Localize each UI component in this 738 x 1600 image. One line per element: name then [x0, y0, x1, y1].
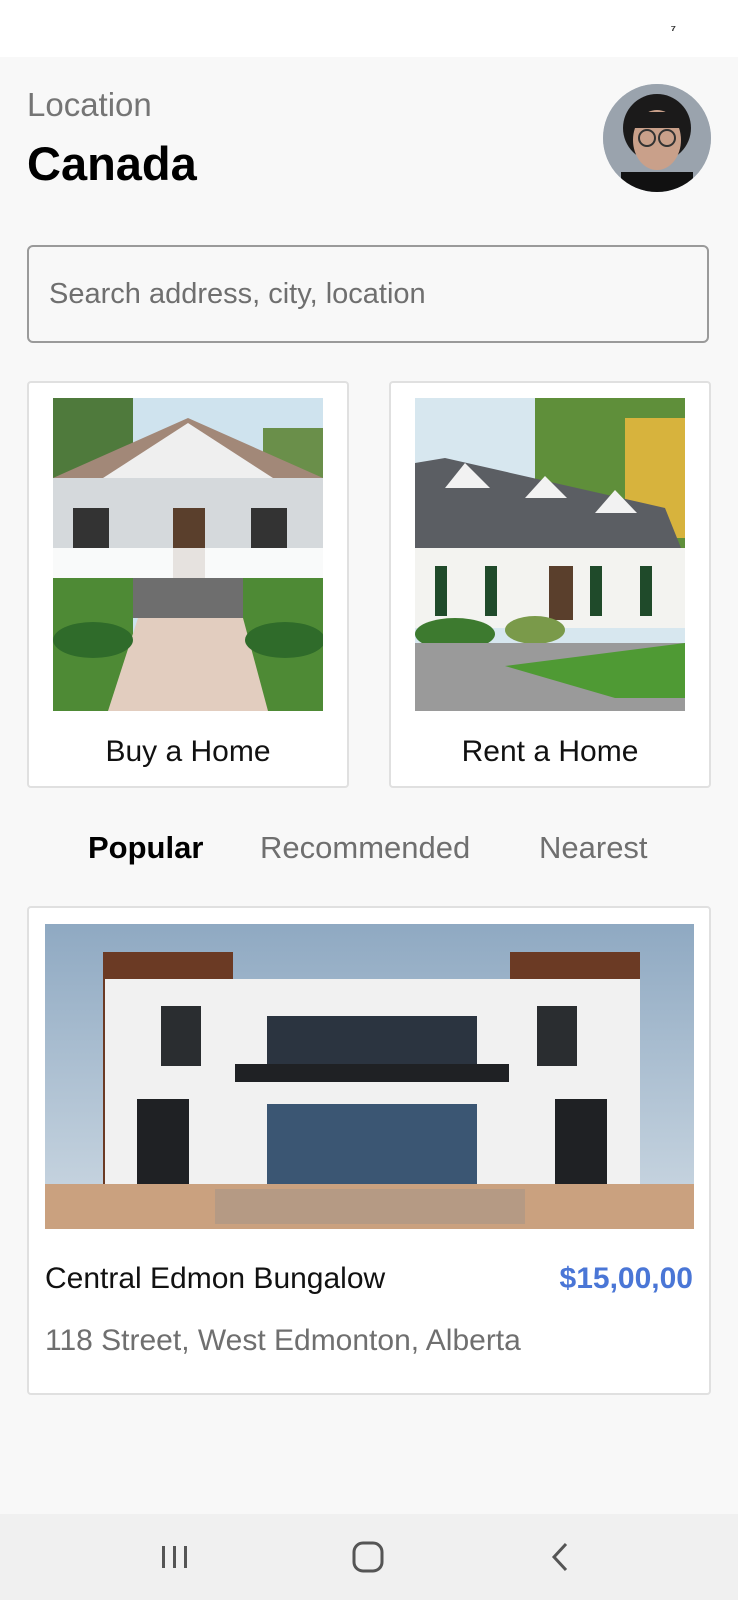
rent-home-card[interactable]: Rent a Home [389, 381, 711, 788]
tab-popular[interactable]: Popular [88, 830, 203, 866]
rent-home-label: Rent a Home [461, 735, 639, 768]
listing-address: 118 Street, West Edmonton, Alberta [45, 1324, 521, 1357]
avatar-photo [603, 84, 711, 192]
listing-card[interactable]: Central Edmon Bungalow $15,00,00 118 Str… [27, 906, 711, 1395]
location-label: Location [27, 86, 152, 123]
back-icon[interactable] [538, 1534, 584, 1580]
buy-home-label: Buy a Home [105, 735, 271, 768]
home-icon[interactable] [345, 1534, 391, 1580]
tab-nearest[interactable]: Nearest [539, 830, 648, 866]
tab-recommended[interactable]: Recommended [260, 830, 470, 866]
system-nav-bar [0, 1514, 738, 1600]
listing-price: $15,00,00 [559, 1262, 693, 1295]
search-input[interactable] [29, 247, 689, 341]
rent-home-image [415, 398, 685, 711]
listing-title: Central Edmon Bungalow [45, 1262, 386, 1295]
status-glyph: ⁷ [670, 22, 676, 37]
buy-home-card[interactable]: Buy a Home [27, 381, 349, 788]
location-value[interactable]: Canada [27, 136, 197, 191]
search-box[interactable] [27, 245, 709, 343]
status-bar: ⁷ [0, 0, 738, 57]
avatar[interactable] [603, 84, 711, 192]
listing-image [45, 924, 694, 1229]
buy-home-image [53, 398, 323, 711]
recents-icon[interactable] [152, 1534, 198, 1580]
